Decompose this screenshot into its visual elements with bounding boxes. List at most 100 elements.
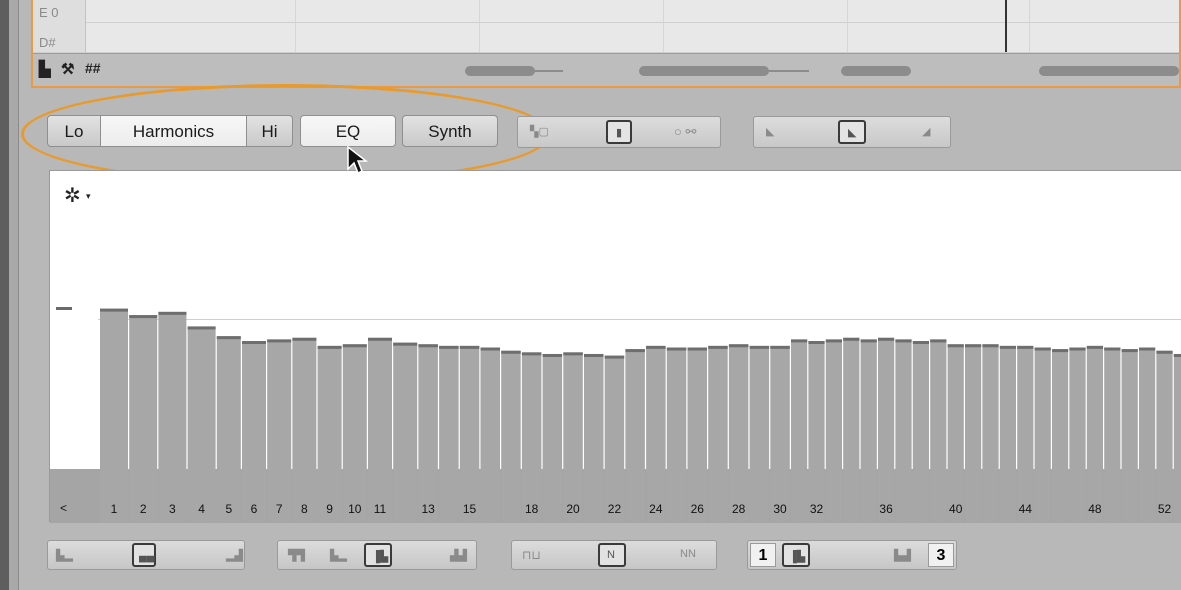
harmonic-bar[interactable] [770,345,790,523]
piano-roll[interactable]: E 0 D# ▙ ⚒ ## [31,0,1181,88]
prev-harmonics-button[interactable]: < [60,501,67,515]
harmonic-bar[interactable] [1121,349,1138,523]
harmonic-bar-cap[interactable] [825,339,842,343]
harmonic-bar[interactable] [708,345,728,523]
harmonic-bar[interactable] [895,339,912,523]
playhead[interactable] [1005,0,1007,52]
harmonic-bar-cap[interactable] [158,311,187,315]
harmonic-bar[interactable] [728,344,749,523]
harmonic-bar[interactable] [242,341,266,523]
piano-key[interactable]: E 0 [33,0,86,22]
harmonic-bar-cap[interactable] [930,339,947,343]
harmonic-bar-cap[interactable] [625,349,645,353]
harmonic-bar[interactable] [604,355,625,523]
harmonic-bar[interactable] [521,352,542,523]
harmonic-bar-cap[interactable] [808,341,825,345]
piano-key[interactable]: D# [33,22,86,52]
harmonic-bar-cap[interactable] [187,326,216,330]
harmonic-bar-cap[interactable] [912,341,929,345]
harmonic-bar[interactable] [501,350,521,523]
harmonic-shape-selector[interactable]: ▜▜ ▙▂ ▐▙ ▟▟ [277,540,477,570]
harmonic-bar-cap[interactable] [749,345,770,349]
harmonic-bar-cap[interactable] [604,355,625,359]
range-selected[interactable]: ▐▙ [782,543,810,567]
harmonic-bar-cap[interactable] [1104,347,1121,351]
harmonic-bar[interactable] [999,345,1016,523]
harmonic-bar[interactable] [982,344,999,523]
harmonic-bar[interactable] [860,339,877,523]
envelope-selector[interactable]: ◣ ◣ ◢ [753,116,951,148]
shape-selected[interactable]: ▐▙ [364,543,392,567]
harmonic-bar[interactable] [292,337,317,523]
harmonic-bar-cap[interactable] [100,308,128,312]
harmonic-bar-cap[interactable] [965,344,982,348]
harmonic-bar[interactable] [1104,347,1121,524]
range-start[interactable]: 1 [750,543,776,567]
harmonic-bar-cap[interactable] [728,344,749,348]
tab-hi[interactable]: Hi [246,115,293,147]
harmonic-bar[interactable] [542,353,563,523]
tab-eq[interactable]: EQ [300,115,396,147]
harmonic-bar[interactable] [480,347,501,524]
harmonic-bar-cap[interactable] [791,339,808,343]
harmonic-range-selector[interactable]: 1 ▐▙ ▙▟ 3 [747,540,957,570]
waveform-selected[interactable]: N [598,543,626,567]
harmonic-bar-cap[interactable] [501,350,521,354]
harmonic-bar-cap[interactable] [1121,349,1138,353]
sharp-icon[interactable]: ## [85,60,101,76]
harmonic-bar-cap[interactable] [895,339,912,343]
harmonic-bar-cap[interactable] [1052,349,1069,353]
harmonic-bar[interactable] [1069,347,1086,524]
harmonic-bar-cap[interactable] [563,352,583,356]
harmonic-bar[interactable] [646,345,666,523]
harmonic-bar[interactable] [187,326,216,523]
wrench-icon[interactable]: ⚒ [61,60,74,78]
tab-synth[interactable]: Synth [402,115,498,147]
harmonic-bar-cap[interactable] [860,339,877,343]
harmonic-bar-cap[interactable] [1069,347,1086,351]
harmonic-bar-cap[interactable] [292,337,317,341]
harmonic-bar-cap[interactable] [267,339,292,343]
harmonic-bar[interactable] [393,342,418,523]
pointer-icon[interactable]: ▙ [39,60,51,78]
harmonic-bar[interactable] [1052,349,1069,523]
harmonic-bar[interactable] [368,337,392,523]
harmonic-bar-cap[interactable] [418,344,438,348]
range-end[interactable]: 3 [928,543,954,567]
harmonic-bar[interactable] [749,345,770,523]
harmonic-bar-cap[interactable] [770,345,790,349]
harmonic-bar-cap[interactable] [1086,345,1103,349]
harmonic-bar[interactable] [267,339,292,523]
waveform-type-selector[interactable]: ⊓⊔ N NN [511,540,717,570]
harmonic-bar-cap[interactable] [1139,347,1156,351]
harmonic-bar[interactable] [1017,345,1034,523]
harmonic-bar[interactable] [439,345,459,523]
harmonic-bar[interactable] [100,308,128,523]
harmonic-bar-cap[interactable] [999,345,1016,349]
harmonic-bar[interactable] [912,341,929,523]
harmonic-bar[interactable] [158,311,187,523]
harmonic-bar-cap[interactable] [687,347,708,351]
harmonic-bar[interactable] [1139,347,1156,524]
harmonic-bar-cap[interactable] [1034,347,1051,351]
harmonic-bar-cap[interactable] [439,345,459,349]
harmonic-bar[interactable] [625,349,645,523]
harmonics-bar-chart[interactable]: 1 2 3 4 5 6 7 8 9 10 11 13 15 18 20 22 24 26 28 30 32 36 40 44 4… [50,171,1181,523]
harmonic-bar-cap[interactable] [666,347,687,351]
harmonic-bar-cap[interactable] [459,345,480,349]
view-mode-selected[interactable]: ▮ [606,120,632,144]
harmonic-bar-cap[interactable] [947,344,964,348]
harmonic-bar-cap[interactable] [542,353,563,357]
harmonic-bar-cap[interactable] [1173,353,1181,357]
harmonic-bar-cap[interactable] [216,336,241,340]
harmonic-bar[interactable] [687,347,708,524]
harmonic-bar[interactable] [342,344,367,523]
harmonic-bar-cap[interactable] [982,344,999,348]
harmonic-bar[interactable] [1156,350,1173,523]
harmonic-bar-cap[interactable] [1156,350,1173,354]
harmonic-bar[interactable] [791,339,808,523]
tilt-selected[interactable]: ▄▄ [132,543,156,567]
harmonic-bar[interactable] [878,337,895,523]
harmonic-bar-cap[interactable] [708,345,728,349]
harmonic-bar-cap[interactable] [242,341,266,345]
